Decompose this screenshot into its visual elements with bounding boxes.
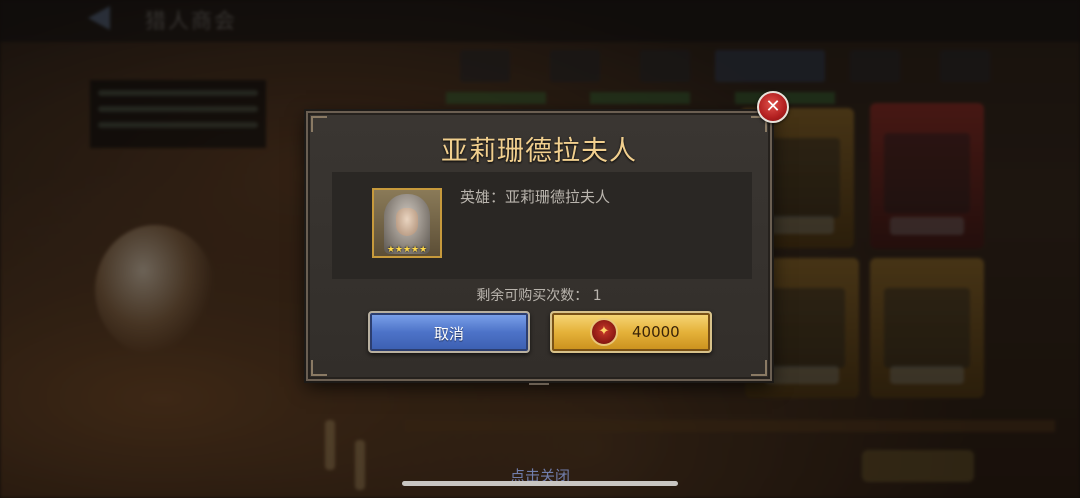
- star-rating-icon: ★★★★★: [386, 245, 428, 255]
- hero-face: [396, 208, 418, 236]
- cancel-button-label: 取消: [433, 325, 464, 343]
- frame-corner: [311, 360, 327, 376]
- close-icon[interactable]: ✕: [757, 91, 789, 123]
- buy-button[interactable]: ✦ 40000: [550, 311, 712, 353]
- frame-ornament: [529, 373, 549, 385]
- cancel-button[interactable]: 取消: [368, 311, 530, 353]
- purchase-dialog: 亚莉珊德拉夫人 ★★★★★ 英雄：亚莉珊德拉夫人 剩余可购买次数： 1 取消 ✦…: [306, 111, 772, 385]
- hero-portrait[interactable]: ★★★★★: [372, 188, 442, 258]
- dialog-title: 亚莉珊德拉夫人: [441, 136, 637, 167]
- price-label: 40000: [632, 323, 680, 341]
- home-indicator[interactable]: [402, 481, 678, 486]
- red-gem-coin-icon: ✦: [590, 318, 618, 346]
- item-panel: ★★★★★ 英雄：亚莉珊德拉夫人: [332, 172, 752, 279]
- frame-corner: [751, 360, 767, 376]
- remaining-purchases: 剩余可购买次数： 1: [476, 288, 602, 304]
- hero-label: 英雄：亚莉珊德拉夫人: [460, 188, 611, 206]
